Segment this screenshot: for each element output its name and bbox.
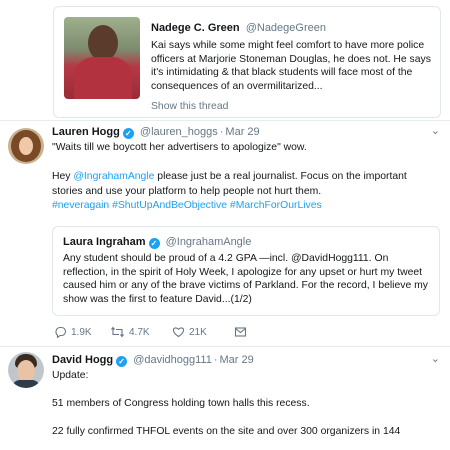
tweet-text-body: Hey @IngrahamAngle please just be a real… xyxy=(52,170,440,199)
reply-count: 1.9K xyxy=(71,326,92,338)
thread-thumbnail[interactable] xyxy=(64,17,140,99)
quoted-thread-card[interactable]: Nadege C. Green @NadegeGreen Kai says wh… xyxy=(53,6,441,118)
chevron-down-icon[interactable]: ⌄ xyxy=(431,352,440,365)
direct-message-icon xyxy=(234,327,247,337)
quoted-author-name[interactable]: Nadege C. Green xyxy=(151,22,240,34)
divider xyxy=(0,120,450,121)
author-name[interactable]: Lauren Hogg xyxy=(52,126,120,138)
verified-badge-icon: ✓ xyxy=(148,238,160,249)
author-name[interactable]: David Hogg xyxy=(52,354,113,366)
tweet-text-line2: 51 members of Congress holding town hall… xyxy=(52,398,310,409)
retweet-button[interactable]: 4.7K xyxy=(110,326,150,338)
retweet-count: 4.7K xyxy=(129,326,150,338)
tweet-date[interactable]: Mar 29 xyxy=(225,126,259,138)
retweet-icon xyxy=(111,326,124,338)
tweet-date[interactable]: Mar 29 xyxy=(220,354,254,366)
quoted-thread-text: Kai says while some might feel comfort t… xyxy=(151,40,431,92)
quoted-author-name[interactable]: Laura Ingraham xyxy=(63,236,146,248)
mention-link[interactable]: @IngrahamAngle xyxy=(73,171,154,182)
like-count: 21K xyxy=(189,326,207,338)
avatar[interactable] xyxy=(8,352,44,388)
direct-message-button[interactable] xyxy=(234,326,251,338)
tweet-text-line3: 22 fully confirmed THFOL events on the s… xyxy=(52,426,401,437)
reply-button[interactable]: 1.9K xyxy=(54,326,92,338)
reply-icon xyxy=(55,326,67,338)
heart-icon xyxy=(172,327,185,338)
quoted-tweet-text: Any student should be proud of a 4.2 GPA… xyxy=(63,253,428,305)
hashtag-links[interactable]: #neveragain #ShutUpAndBeObjective #March… xyxy=(52,200,322,211)
chevron-down-icon[interactable]: ⌄ xyxy=(431,124,440,137)
tweet-text-line1: "Waits till we boycott her advertisers t… xyxy=(52,142,307,153)
quoted-author-handle[interactable]: @IngrahamAngle xyxy=(166,236,252,248)
like-button[interactable]: 21K xyxy=(172,326,207,338)
avatar[interactable] xyxy=(8,128,44,164)
quoted-tweet-card[interactable]: Laura Ingraham ✓ @IngrahamAngle Any stude… xyxy=(52,226,440,316)
text-hey: Hey xyxy=(52,171,74,182)
quoted-author-handle[interactable]: @NadegeGreen xyxy=(246,22,326,34)
quoted-tweet-header: Laura Ingraham ✓ @IngrahamAngle xyxy=(63,236,251,249)
tweet-header: David Hogg ✓ @davidhogg111 · Mar 29 xyxy=(52,354,254,367)
tweet-text-line1: Update: xyxy=(52,370,89,381)
verified-badge-icon: ✓ xyxy=(122,128,134,139)
tweet-actions: 1.9K 4.7K 21K xyxy=(54,326,314,342)
hashtags[interactable]: #neveragain #ShutUpAndBeObjective #March… xyxy=(52,199,440,214)
show-thread-link[interactable]: Show this thread xyxy=(151,101,228,112)
divider xyxy=(0,346,450,347)
verified-badge-icon: ✓ xyxy=(116,356,128,367)
tweet-header: Lauren Hogg ✓ @lauren_hoggs · Mar 29 xyxy=(52,126,260,139)
quoted-thread-header: Nadege C. Green @NadegeGreen xyxy=(151,22,326,34)
author-handle[interactable]: @lauren_hoggs xyxy=(140,126,218,138)
author-handle[interactable]: @davidhogg111 xyxy=(133,354,212,366)
